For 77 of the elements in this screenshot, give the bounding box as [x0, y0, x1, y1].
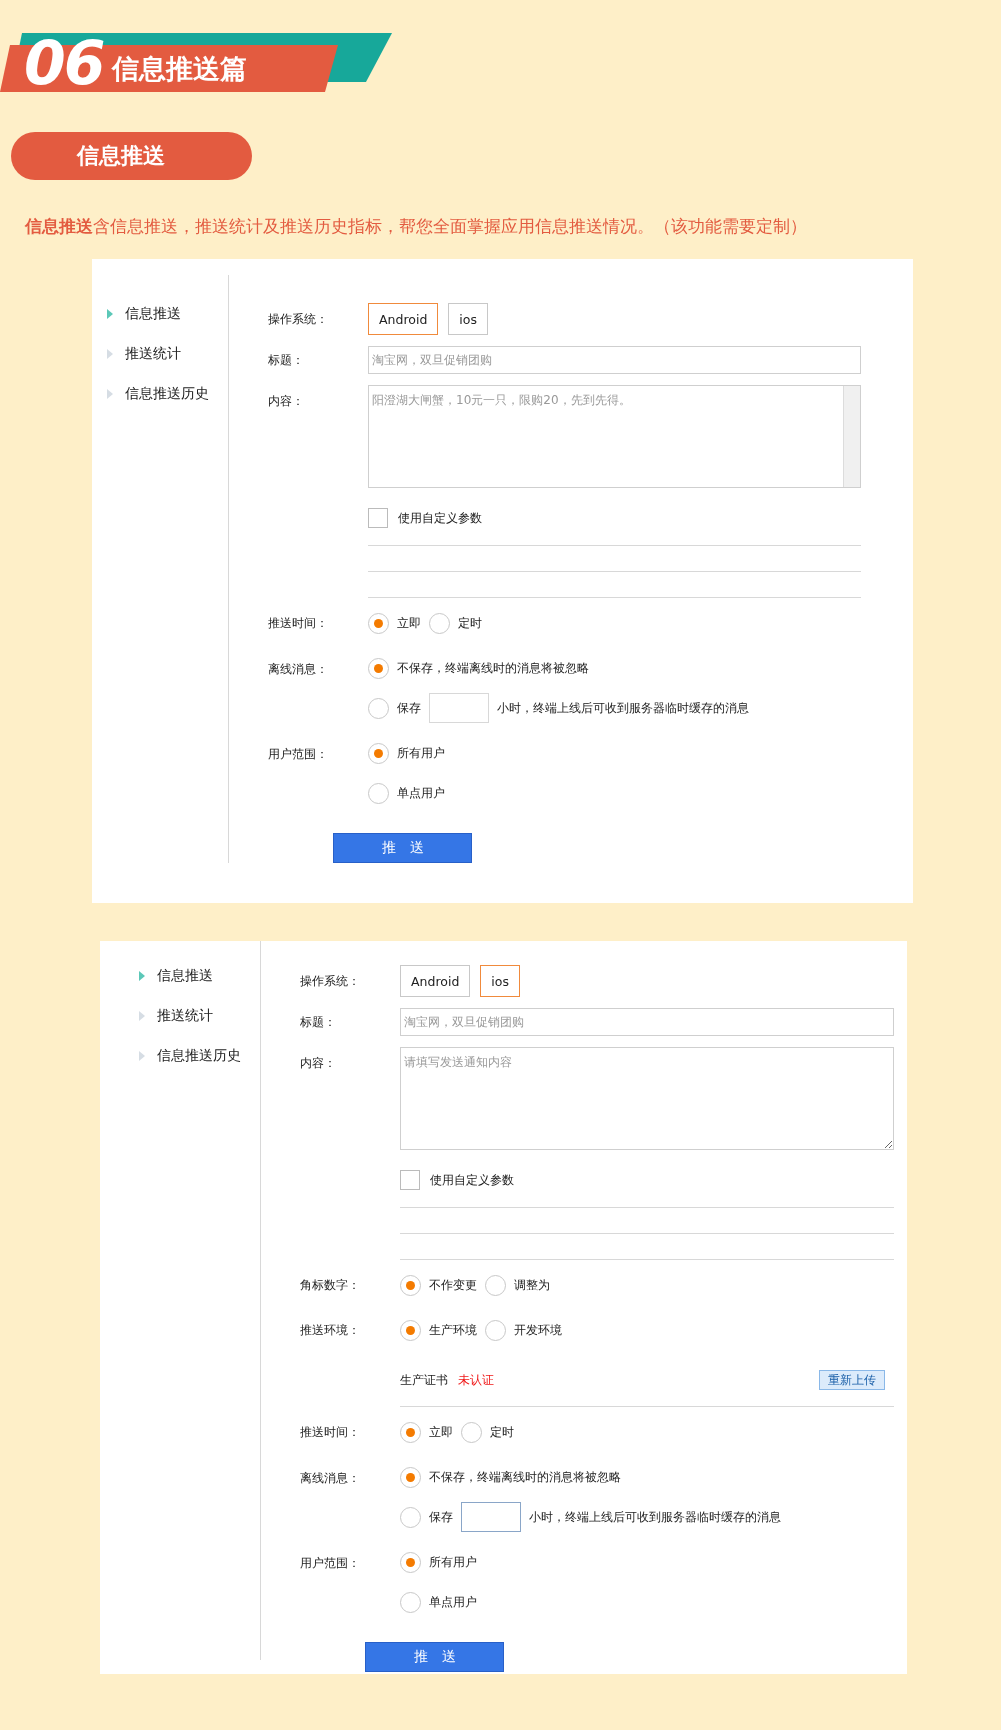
radio-button[interactable] [368, 782, 389, 804]
sidebar-item[interactable]: 信息推送 [157, 967, 213, 985]
option-label: 所有用户 [397, 744, 445, 762]
push-button[interactable]: 推 送 [365, 1642, 504, 1672]
field-label: 操作系统： [300, 972, 361, 990]
checkbox[interactable] [400, 1170, 420, 1190]
description-text: 信息推送含信息推送，推送统计及推送历史指标，帮您全面掌握应用信息推送情况。（该功能需要定制） [25, 216, 808, 238]
sidebar-item[interactable]: 信息推送历史 [157, 1047, 241, 1065]
field-label: 用户范围： [268, 746, 329, 763]
field-label: 角标数字： [300, 1276, 361, 1294]
radio-button[interactable] [400, 1274, 421, 1296]
field-label: 内容： [300, 1055, 337, 1072]
checkbox-label: 使用自定义参数 [430, 1171, 514, 1189]
field-label: 推送时间： [268, 614, 329, 632]
status-text: 未认证 [458, 1371, 494, 1389]
field-label: 用户范围： [300, 1555, 361, 1572]
radio-button[interactable] [400, 1421, 421, 1443]
option-label: 保存 [397, 699, 421, 717]
radio-button[interactable] [400, 1319, 421, 1341]
os-option[interactable]: ios [480, 965, 520, 997]
os-option[interactable]: Android [368, 303, 439, 335]
radio-button[interactable] [400, 1506, 421, 1528]
radio-button[interactable] [400, 1591, 421, 1613]
option-label: 调整为 [514, 1276, 550, 1294]
option-label: 立即 [429, 1423, 453, 1441]
certificate-label: 生产证书 [400, 1371, 448, 1389]
title-field[interactable]: 淘宝网，双旦促销团购 [368, 346, 861, 374]
radio-button[interactable] [461, 1421, 482, 1443]
hint-text: 小时，终端上线后可收到服务器临时缓存的消息 [529, 1508, 781, 1526]
sidebar-item[interactable]: 推送统计 [157, 1007, 213, 1025]
section-number: 06 [24, 33, 104, 93]
radio-button[interactable] [368, 697, 389, 719]
push-button[interactable]: 推 送 [333, 833, 472, 863]
radio-button[interactable] [368, 657, 389, 679]
option-label: 开发环境 [514, 1321, 562, 1339]
option-label: 立即 [397, 614, 421, 632]
radio-button[interactable] [400, 1551, 421, 1573]
option-label: 所有用户 [429, 1553, 477, 1571]
option-label: 不保存，终端离线时的消息将被忽略 [429, 1468, 621, 1486]
option-label: 生产环境 [429, 1321, 477, 1339]
sidebar-item[interactable]: 信息推送 [125, 305, 181, 323]
radio-button[interactable] [429, 612, 450, 634]
os-option[interactable]: Android [400, 965, 471, 997]
checkbox-label: 使用自定义参数 [398, 509, 482, 527]
option-label: 不作变更 [429, 1276, 477, 1294]
section-pill: 信息推送 [11, 132, 252, 180]
field-label: 推送环境： [300, 1321, 361, 1339]
radio-button[interactable] [368, 612, 389, 634]
option-label: 不保存，终端离线时的消息将被忽略 [397, 659, 589, 677]
content-field[interactable]: 阳澄湖大闸蟹，10元一只，限购20，先到先得。 [368, 385, 861, 488]
radio-button[interactable] [485, 1319, 506, 1341]
content-field[interactable]: 请填写发送通知内容 [400, 1047, 894, 1150]
field-label: 标题： [268, 351, 305, 369]
field-label: 离线消息： [268, 661, 329, 678]
hours-field[interactable] [429, 693, 489, 723]
field-label: 操作系统： [268, 310, 329, 328]
radio-button[interactable] [400, 1466, 421, 1488]
hours-field[interactable] [461, 1502, 521, 1532]
radio-button[interactable] [485, 1274, 506, 1296]
title-field[interactable]: 淘宝网，双旦促销团购 [400, 1008, 894, 1036]
reupload-button[interactable]: 重新上传 [819, 1370, 885, 1390]
field-label: 内容： [268, 393, 305, 410]
option-label: 保存 [429, 1508, 453, 1526]
hint-text: 小时，终端上线后可收到服务器临时缓存的消息 [497, 699, 749, 717]
sidebar-item[interactable]: 推送统计 [125, 345, 181, 363]
field-label: 离线消息： [300, 1470, 361, 1487]
checkbox[interactable] [368, 508, 388, 528]
os-option[interactable]: ios [448, 303, 488, 335]
radio-button[interactable] [368, 742, 389, 764]
section-title: 信息推送篇 [111, 52, 247, 86]
field-label: 标题： [300, 1013, 337, 1031]
option-label: 单点用户 [397, 784, 445, 802]
option-label: 定时 [490, 1423, 514, 1441]
option-label: 单点用户 [429, 1593, 477, 1611]
sidebar-item[interactable]: 信息推送历史 [125, 385, 209, 403]
option-label: 定时 [458, 614, 482, 632]
field-label: 推送时间： [300, 1423, 361, 1441]
